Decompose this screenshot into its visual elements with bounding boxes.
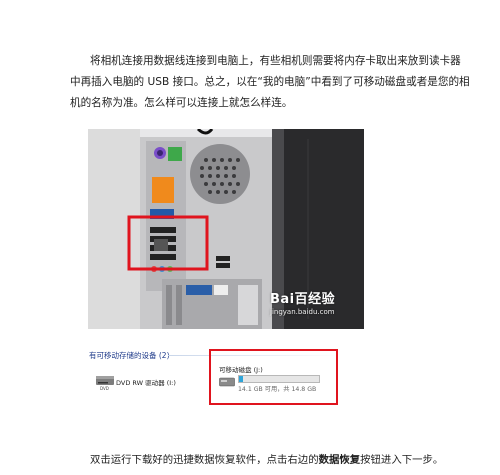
- removable-disk-size: 14.1 GB 可用，共 14.8 GB: [238, 386, 317, 393]
- section-header: 有可移动存储的设备 (2): [89, 351, 170, 360]
- step-text-before: 双击运行下载好的迅捷数据恢复软件，点击右边的: [90, 454, 319, 466]
- removable-disk-icon[interactable]: [219, 376, 235, 388]
- watermark-url: jingyan.baidu.com: [270, 308, 335, 316]
- svg-text:DVD: DVD: [100, 386, 109, 391]
- data-recovery-keyword: 数据恢复: [318, 454, 361, 466]
- dvd-drive-label[interactable]: DVD RW 驱动器 (I:): [116, 377, 176, 387]
- step-paragraph: 双击运行下载好的迅捷数据恢复软件，点击右边的数据恢复按钮进入下一步。: [70, 452, 470, 468]
- watermark: Bai百经验 jingyan.baidu.com: [270, 288, 365, 316]
- usage-bar-fill: [239, 376, 243, 382]
- removable-disk-title[interactable]: 可移动磁盘 (J:): [219, 364, 263, 374]
- explorer-screenshot: 有可移动存储的设备 (2) DVD DVD RW 驱动器 (I:) 可移动磁盘 …: [86, 344, 344, 406]
- dvd-drive-icon: DVD: [96, 376, 114, 391]
- step-text-after: 按钮进入下一步。: [360, 454, 444, 466]
- removable-disk-usage-bar: [238, 375, 320, 383]
- watermark-logo: Bai百经验: [270, 292, 336, 307]
- intro-paragraph: 将相机连接用数据线连接到电脑上，有些相机则需要将内存卡取出来放到读卡器中再插入电…: [70, 55, 470, 109]
